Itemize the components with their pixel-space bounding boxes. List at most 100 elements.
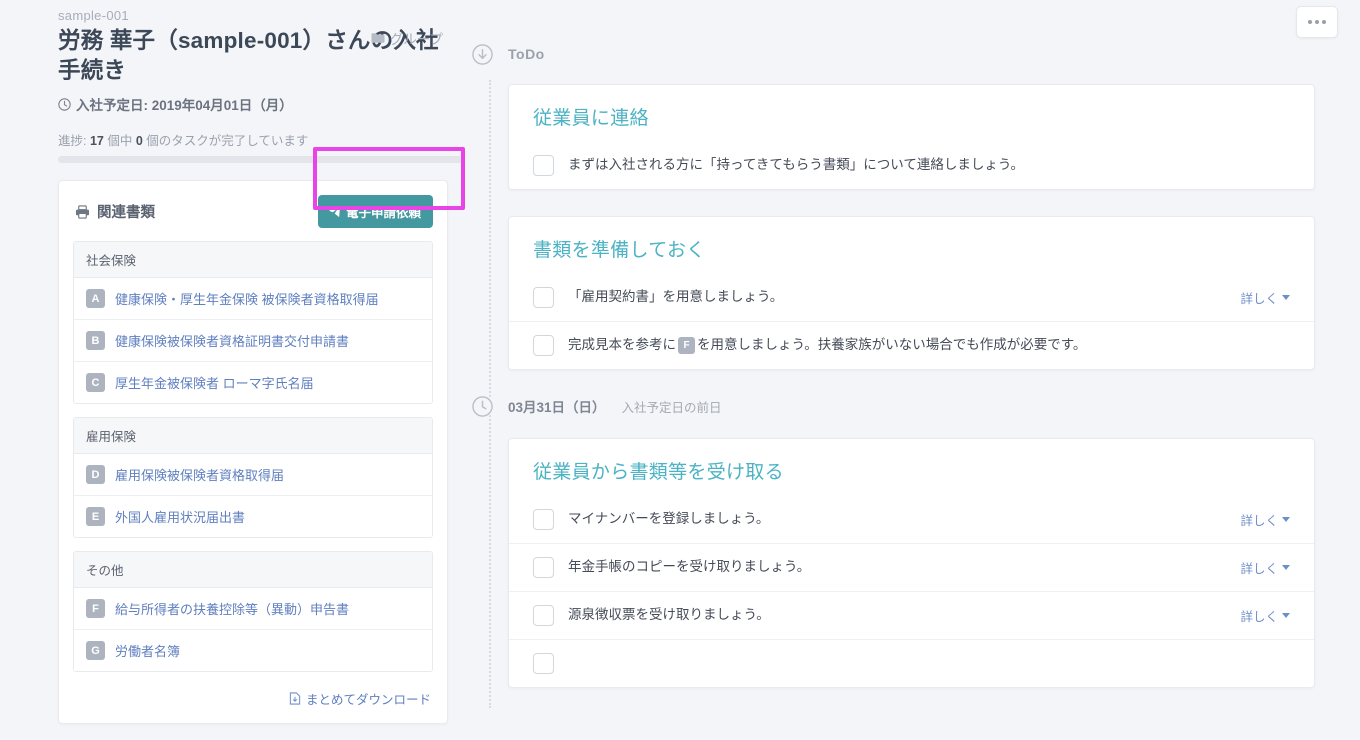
progress-total: 17 [89,134,104,149]
task-checkbox[interactable] [533,509,554,530]
timeline-date: 03月31日（日） [508,400,606,415]
document-badge: C [86,373,105,393]
task-checkbox[interactable] [533,605,554,626]
timeline-marker-todo: ToDo [470,42,1315,66]
file-download-icon [289,692,301,705]
timeline-marker-date: 03月31日（日） 入社予定日の前日 [470,394,1315,418]
document-link[interactable]: 厚生年金被保険者 ローマ字氏名届 [115,373,314,392]
task-row: まずは入社される方に「持ってきてもらう書類」について連絡しましょう。 [509,142,1314,189]
task-text: 「雇用契約書」を用意しましょう。 [568,289,784,305]
document-group-title: その他 [74,552,432,589]
document-row[interactable]: A 健康保険・厚生年金保険 被保険者資格取得届 [74,278,432,321]
progress-bar [58,156,463,164]
document-row[interactable]: E 外国人雇用状況届出書 [74,496,432,538]
join-date: 入社予定日: 2019年04月01日（月） [58,94,448,114]
task-checkbox[interactable] [533,155,554,176]
task-detail-link[interactable]: 詳しく [1240,558,1290,577]
document-link[interactable]: 雇用保険被保険者資格取得届 [115,465,284,484]
task-card-title: 書類を準備しておく [533,240,706,261]
task-text: 源泉徴収票を受け取りましょう。 [568,607,770,623]
task-detail-label: 詳しく [1240,292,1278,306]
document-link[interactable]: 健康保険被保険者資格証明書交付申請書 [115,331,349,350]
documents-card-title-text: 関連書類 [97,205,155,222]
document-row[interactable]: C 厚生年金被保険者 ローマ字氏名届 [74,362,432,404]
printer-icon [75,205,90,219]
timeline-panel: ToDo 従業員に連絡 まずは入社される方に「持ってきてもらう書類」について連絡… [470,0,1360,740]
document-badge: E [86,507,105,527]
task-text-before: 完成見本を参考に [568,337,676,353]
folder-icon [371,32,385,44]
document-link[interactable]: 労働者名簿 [115,641,180,660]
circle-arrow-down-icon [470,42,494,66]
task-checkbox[interactable] [533,557,554,578]
group-tag-label: グループ [389,32,443,47]
task-text: 完成見本を参考に F を用意しましょう。扶養家族がいない場合でも作成が必要です。 [568,335,1290,355]
task-row: 年金手帳のコピーを受け取りましょう。 詳しく [509,543,1314,591]
download-all-link[interactable]: まとめてダウンロード [289,689,431,708]
task-detail-link[interactable]: 詳しく [1240,288,1290,307]
progress-suffix: 個のタスクが完了しています [146,134,309,149]
document-row[interactable]: G 労働者名簿 [74,630,432,672]
progress-label: 進捗: 17 個中 0 個のタスクが完了しています [58,130,448,149]
progress-prefix: 進捗: [58,134,87,149]
download-all-row: まとめてダウンロード [59,685,447,723]
clock-icon [58,98,71,111]
document-group-shakai-hoken: 社会保険 A 健康保険・厚生年金保険 被保険者資格取得届 B 健康保険被保険者資… [73,241,433,405]
document-link[interactable]: 外国人雇用状況届出書 [115,507,245,526]
task-detail-label: 詳しく [1240,562,1278,576]
document-group-title: 雇用保険 [74,418,432,455]
documents-card-title: 関連書類 [75,201,155,222]
task-detail-link[interactable]: 詳しく [1240,606,1290,625]
document-badge: D [86,465,105,485]
document-row[interactable]: B 健康保険被保険者資格証明書交付申請書 [74,320,432,363]
sample-id-label: sample-001 [58,8,129,23]
document-group-title: 社会保険 [74,242,432,279]
document-badge: F [86,599,105,619]
document-link[interactable]: 健康保険・厚生年金保険 被保険者資格取得届 [115,289,379,308]
clock-circle-icon [470,394,494,418]
task-row: 「雇用契約書」を用意しましょう。 詳しく [509,274,1314,321]
document-group-sonota: その他 F 給与所得者の扶養控除等（異動）申告書 G 労働者名簿 [73,551,433,673]
task-inline-badge: F [678,337,695,355]
more-dot-icon [1322,20,1326,24]
document-link[interactable]: 給与所得者の扶養控除等（異動）申告書 [115,599,349,618]
documents-card-header: 関連書類 電子申請依頼 [59,181,447,241]
progress-mid: 個中 [107,134,133,149]
task-detail-label: 詳しく [1240,514,1278,528]
more-dot-icon [1308,20,1312,24]
document-group-koyo-hoken: 雇用保険 D 雇用保険被保険者資格取得届 E 外国人雇用状況届出書 [73,417,433,539]
task-checkbox[interactable] [533,335,554,356]
join-date-text: 入社予定日: 2019年04月01日（月） [76,98,293,114]
electronic-application-request-button[interactable]: 電子申請依頼 [317,195,433,229]
timeline: ToDo 従業員に連絡 まずは入社される方に「持ってきてもらう書類」について連絡… [470,42,1315,708]
task-detail-label: 詳しく [1240,610,1278,624]
chevron-down-icon [1282,565,1290,570]
download-all-label: まとめてダウンロード [305,693,431,708]
task-detail-link[interactable]: 詳しく [1240,510,1290,529]
timeline-connector-line [489,80,491,708]
task-row: 完成見本を参考に F を用意しましょう。扶養家族がいない場合でも作成が必要です。 [509,321,1314,369]
task-checkbox[interactable] [533,653,554,674]
left-panel: sample-001 グループ 労務 華子（sample-001）さんの入社手続… [0,0,470,740]
more-options-button[interactable] [1296,6,1338,38]
task-card-title: 従業員から書類等を受け取る [533,462,784,483]
task-text: マイナンバーを登録しましょう。 [568,511,770,527]
task-row: 源泉徴収票を受け取りましょう。 詳しく [509,591,1314,639]
timeline-todo-label: ToDo [508,46,545,62]
task-card: 書類を準備しておく 「雇用契約書」を用意しましょう。 詳しく 完成見本を参考に F… [508,216,1315,370]
document-row[interactable]: F 給与所得者の扶養控除等（異動）申告書 [74,588,432,631]
send-button-label: 電子申請依頼 [345,206,421,221]
paper-plane-icon [328,205,341,218]
more-dot-icon [1315,20,1319,24]
task-row: マイナンバーを登録しましょう。 詳しく [509,496,1314,543]
task-text-after: を用意しましょう。扶養家族がいない場合でも作成が必要です。 [697,337,1087,353]
document-row[interactable]: D 雇用保険被保険者資格取得届 [74,454,432,497]
task-row [509,639,1314,687]
document-badge: A [86,289,105,309]
task-checkbox[interactable] [533,287,554,308]
group-tag[interactable]: グループ [371,28,443,48]
progress-done: 0 [135,134,143,149]
chevron-down-icon [1282,613,1290,618]
task-text: まずは入社される方に「持ってきてもらう書類」について連絡しましょう。 [568,157,1025,173]
task-card: 従業員に連絡 まずは入社される方に「持ってきてもらう書類」について連絡しましょう… [508,84,1315,190]
